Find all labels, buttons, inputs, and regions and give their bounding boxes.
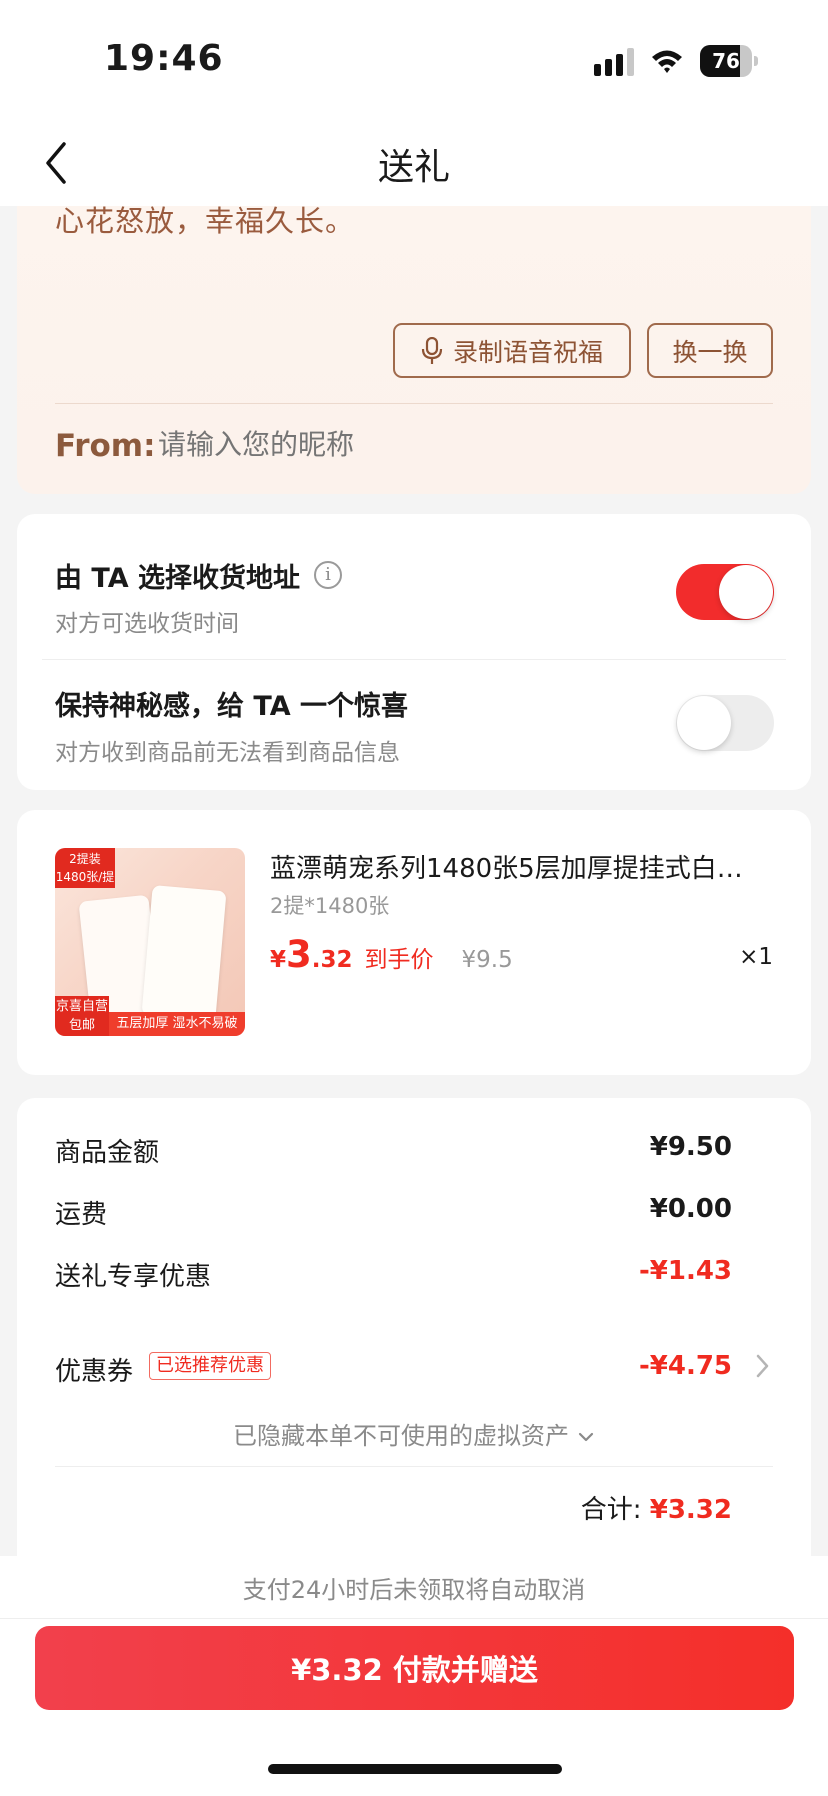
surprise-subtitle: 对方收到商品前无法看到商品信息: [55, 740, 400, 766]
pack-count-label: 1480张/提: [55, 870, 115, 884]
quantity: ×1: [739, 944, 773, 970]
record-voice-label: 录制语音祝福: [452, 337, 603, 367]
toggle-knob: [677, 696, 731, 750]
product-image[interactable]: 2提装 1480张/提 京喜自营 包邮 五层加厚 湿水不易破: [55, 848, 245, 1036]
feature-tag: 五层加厚 湿水不易破: [109, 1012, 245, 1036]
toggle-knob: [719, 565, 773, 619]
nickname-input[interactable]: [158, 428, 558, 461]
signal-icon: [594, 48, 634, 76]
self-run-tag: 京喜自营 包邮: [55, 996, 109, 1036]
swap-message-button[interactable]: 换一换: [647, 323, 773, 378]
message-card: 心花怒放，幸福久长。 录制语音祝福 换一换 From:: [17, 170, 811, 494]
divider: [42, 659, 786, 660]
price-symbol: ¥: [270, 947, 287, 973]
surprise-title: 保持神秘感，给 TA 一个惊喜: [55, 691, 409, 722]
pay-and-gift-button[interactable]: ¥3.32 付款并赠送: [35, 1626, 794, 1710]
wifi-icon: [652, 50, 682, 73]
goods-amount-label: 商品金额: [55, 1138, 160, 1168]
free-ship-label: 包邮: [68, 1018, 95, 1033]
battery-icon: 76: [700, 45, 758, 77]
gift-discount-value: -¥1.43: [638, 1256, 732, 1286]
original-price: ¥9.5: [461, 947, 513, 973]
price-decimal: .32: [311, 947, 353, 973]
status-bar: 19:46 76: [0, 0, 828, 124]
chevron-down-icon: [578, 1432, 594, 1442]
hidden-assets-label: 已隐藏本单不可使用的虚拟资产: [233, 1422, 569, 1450]
battery-percent: 76: [712, 49, 740, 73]
price-integer: 3: [286, 933, 312, 976]
goods-amount-value: ¥9.50: [649, 1132, 732, 1162]
info-icon[interactable]: i: [314, 561, 342, 589]
coupon-badge: 已选推荐优惠: [149, 1352, 271, 1380]
coupon-label[interactable]: 优惠券: [55, 1351, 133, 1388]
pack-tag-label: 2提装: [69, 852, 101, 866]
from-label: From:: [55, 428, 156, 464]
recipient-address-subtitle: 对方可选收货时间: [55, 611, 239, 637]
surprise-toggle[interactable]: [676, 695, 774, 751]
order-summary-card: 商品金额 ¥9.50 运费 ¥0.00 送礼专享优惠 -¥1.43 优惠券 已选…: [17, 1098, 811, 1558]
total-value: ¥3.32: [649, 1495, 732, 1525]
recipient-address-toggle[interactable]: [676, 564, 774, 620]
status-time: 19:46: [104, 38, 224, 79]
coupon-value[interactable]: -¥4.75: [639, 1351, 732, 1381]
shipping-label: 运费: [55, 1200, 108, 1230]
chevron-right-icon[interactable]: [753, 1350, 773, 1382]
home-indicator: [268, 1764, 562, 1774]
divider: [0, 1618, 828, 1619]
record-voice-button[interactable]: 录制语音祝福: [393, 323, 631, 378]
total-label: 合计:: [580, 1495, 642, 1525]
final-price-tag: 到手价: [364, 947, 434, 973]
self-run-label: 京喜自营: [55, 999, 108, 1014]
divider: [55, 1466, 773, 1467]
gift-options-card: 由 TA 选择收货地址 i 对方可选收货时间 保持神秘感，给 TA 一个惊喜 对…: [17, 514, 811, 790]
nav-bar: 送礼: [0, 124, 828, 206]
product-card[interactable]: 2提装 1480张/提 京喜自营 包邮 五层加厚 湿水不易破 蓝漂萌宠系列148…: [17, 810, 811, 1075]
pack-tag: 2提装 1480张/提: [55, 848, 115, 888]
price-row: ¥ 3 .32 到手价 ¥9.5: [270, 933, 513, 976]
divider: [55, 403, 773, 404]
total-row: 合计: ¥3.32: [581, 1489, 732, 1526]
page-title: 送礼: [377, 147, 450, 188]
recipient-address-title: 由 TA 选择收货地址: [55, 563, 301, 594]
auto-cancel-notice: 支付24小时后未领取将自动取消: [242, 1576, 586, 1604]
product-spec: 2提*1480张: [270, 894, 390, 918]
microphone-icon: [421, 336, 443, 364]
tissue-pack-graphic: [141, 885, 227, 1021]
product-title[interactable]: 蓝漂萌宠系列1480张5层加厚提挂式白…: [270, 848, 790, 885]
shipping-value: ¥0.00: [649, 1194, 732, 1224]
gift-discount-label: 送礼专享优惠: [55, 1262, 212, 1292]
hidden-assets-toggle[interactable]: 已隐藏本单不可使用的虚拟资产: [17, 1416, 811, 1451]
